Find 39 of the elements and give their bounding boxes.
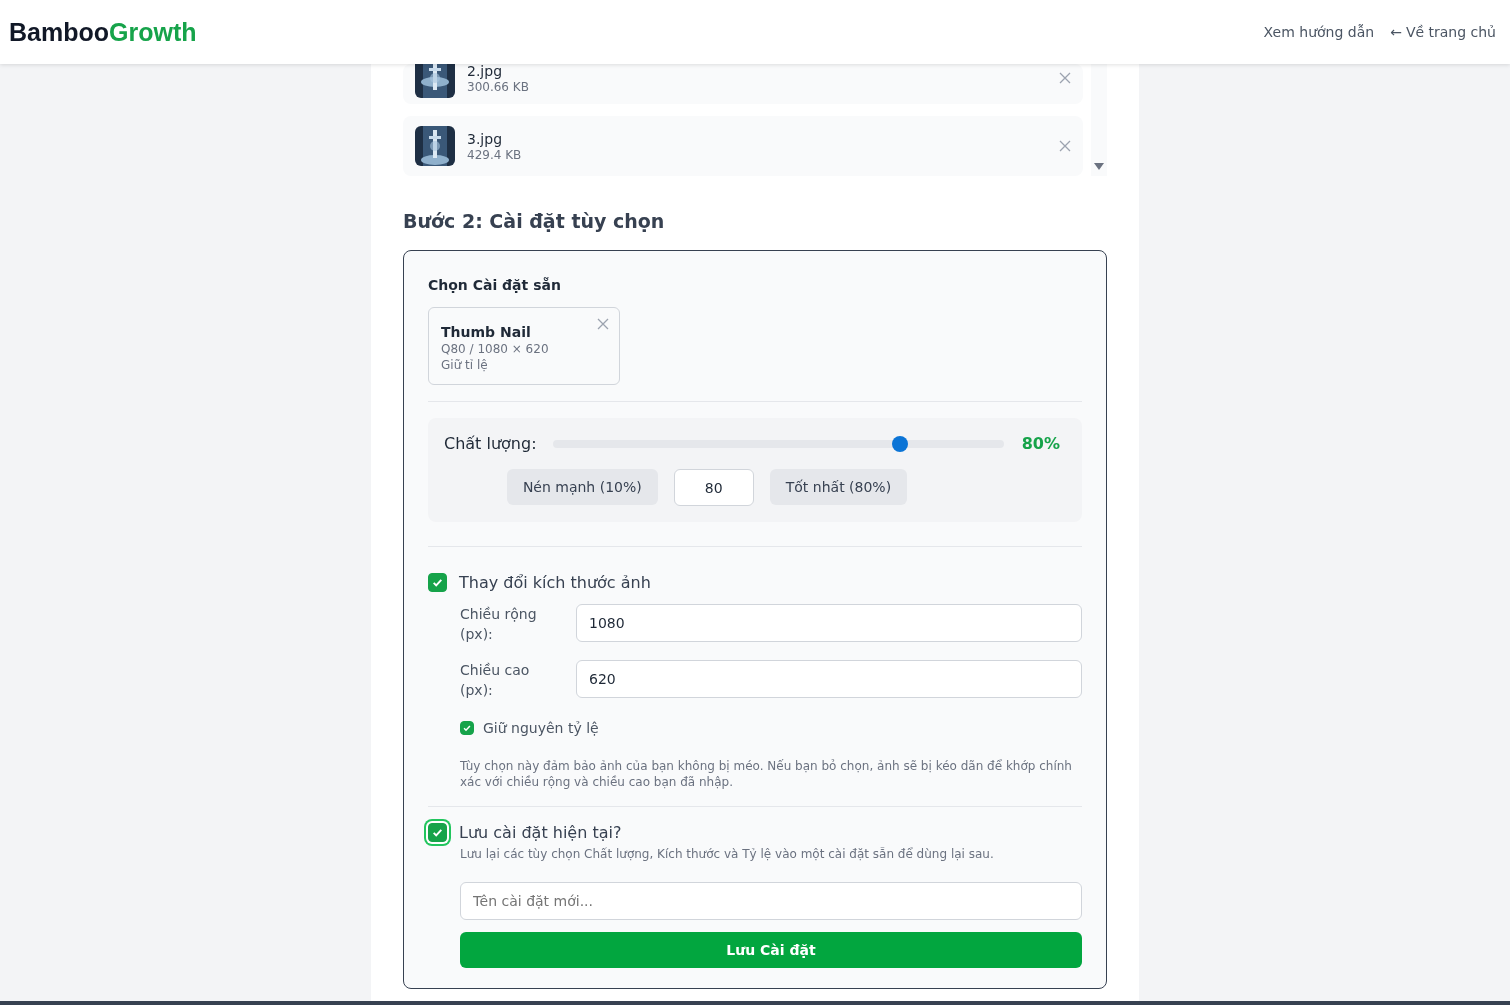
input-field[interactable]: 1080 (576, 604, 1082, 642)
checkbox[interactable] (460, 721, 474, 735)
preset-label: Chọn Cài đặt sẵn (428, 277, 562, 293)
check-icon (462, 723, 472, 733)
close-icon[interactable] (1059, 72, 1071, 84)
check-icon (431, 826, 444, 839)
scroll-down-icon[interactable] (1094, 163, 1104, 170)
save-label: Lưu cài đặt hiện tại? (459, 823, 622, 842)
preset-name: Thumb Nail (441, 324, 532, 340)
check-icon (431, 576, 444, 589)
field-label: Chiều rộng (px): (460, 605, 538, 644)
preset-name-field[interactable]: Tên cài đặt mới... (460, 882, 1082, 920)
slider-thumb[interactable] (892, 435, 909, 452)
field-label: Chiều cao (px): (460, 661, 531, 700)
file-size: 429.4 KB (467, 148, 523, 162)
section-title: Bước 2: Cài đặt tùy chọn (403, 210, 666, 232)
preset-card[interactable]: Thumb Nail Q80 / 1080 × 620 Giữ tỉ lệ (428, 307, 620, 385)
quality-label: Chất lượng: (444, 434, 537, 453)
file-name: 3.jpg (467, 130, 504, 148)
close-icon[interactable] (1059, 140, 1071, 152)
preset-note: Giữ tỉ lệ (441, 358, 489, 372)
close-icon[interactable] (597, 318, 609, 330)
resize-label: Thay đổi kích thước ảnh (459, 573, 651, 592)
preset-button[interactable]: Tốt nhất (80%) (769, 469, 908, 505)
keep-ratio-label: Giữ nguyên tỷ lệ (483, 720, 599, 736)
quality-input[interactable]: 80 (673, 469, 754, 506)
brand-logo[interactable]: BambooGrowth (9, 17, 197, 47)
nav-link[interactable]: ← Về trang chủ (1390, 24, 1496, 40)
nav-link[interactable]: Xem hướng dẫn (1263, 24, 1375, 40)
preset-detail: Q80 / 1080 × 620 (441, 342, 550, 356)
input-field[interactable]: 620 (576, 660, 1082, 698)
preset-button[interactable]: Nén mạnh (10%) (506, 469, 658, 505)
hint-text: Lưu lại các tùy chọn Chất lượng, Kích thước và Tỷ lệ vào một cài đặt sẵn để dùng lại sau. (460, 846, 995, 862)
hint-text: Tùy chọn này đảm bảo ảnh của bạn không bị méo. Nếu bạn bỏ chọn, ảnh sẽ bị kéo dãn để khớp chính xác với chiều rộng và chiều cao bạn đã nhập. (460, 758, 1073, 790)
file-name: 2.jpg (467, 64, 504, 80)
quality-reading: 80% (1020, 434, 1060, 453)
arrow-icon: ← (1390, 24, 1402, 40)
file-size: 300.66 KB (467, 80, 530, 94)
checkbox[interactable] (428, 573, 447, 592)
